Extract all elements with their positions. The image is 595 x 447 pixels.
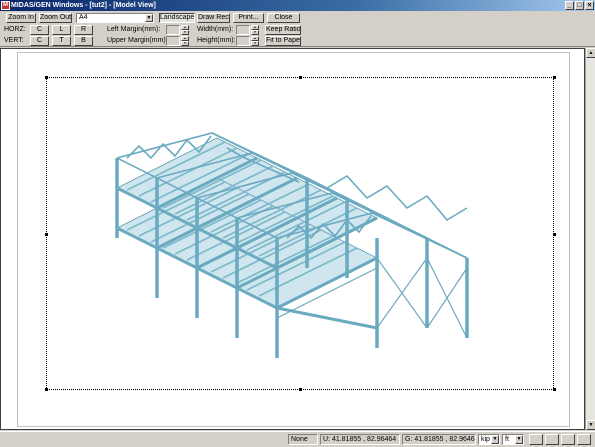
horz-right-button[interactable]: R <box>74 25 93 35</box>
paper-size-value: A4 <box>79 14 88 21</box>
fit-to-paper-button[interactable]: Fit to Paper <box>265 36 301 46</box>
close-button[interactable]: Close <box>267 13 300 23</box>
horz-left-button[interactable]: L <box>52 25 71 35</box>
preview-canvas <box>0 48 585 430</box>
left-margin-field[interactable] <box>166 25 180 35</box>
scroll-up-icon[interactable]: ▲ <box>586 48 595 58</box>
minimize-button[interactable]: _ <box>565 1 574 10</box>
horz-center-button[interactable]: C <box>30 25 49 35</box>
selection-status: None <box>288 434 318 445</box>
vertical-scrollbar[interactable]: ▲ ▼ <box>585 48 595 430</box>
upper-margin-label: Upper Margin(mm): <box>107 37 168 44</box>
zoom-in-button[interactable]: Zoom In <box>6 13 36 23</box>
steel-frame-model <box>115 132 469 358</box>
midas-icon[interactable]: M <box>1 1 10 10</box>
chevron-down-icon[interactable]: ▼ <box>491 435 499 444</box>
length-unit-select[interactable]: ft ▼ <box>502 434 524 445</box>
view-option-icon-3[interactable] <box>561 434 575 445</box>
draw-rect-button[interactable]: Draw Rect. <box>197 13 230 23</box>
resize-handle-tr[interactable] <box>553 76 556 79</box>
keep-ratio-button[interactable]: Keep Ratio <box>265 25 301 35</box>
force-unit-select[interactable]: kip ▼ <box>478 434 500 445</box>
restore-button[interactable]: □ <box>575 1 584 10</box>
view-option-icon-2[interactable] <box>545 434 559 445</box>
left-margin-spinner[interactable]: ▲ ▼ <box>181 25 189 35</box>
resize-handle-br[interactable] <box>553 388 556 391</box>
paper-size-select[interactable]: A4 ▼ <box>76 13 154 23</box>
left-margin-label: Left Margin(mm): <box>107 26 161 33</box>
vert-bottom-button[interactable]: B <box>74 36 93 46</box>
print-area-rectangle[interactable] <box>45 76 556 391</box>
chevron-down-icon[interactable]: ▼ <box>515 435 523 444</box>
zoom-out-button[interactable]: Zoom Out <box>39 13 72 23</box>
upper-margin-spinner[interactable]: ▲ ▼ <box>181 36 189 46</box>
status-bar: None U: 41.81855 , 82.96464 , 0 G: 41.81… <box>0 431 595 447</box>
height-spinner[interactable]: ▲ ▼ <box>251 36 259 46</box>
vert-center-button[interactable]: C <box>30 36 49 46</box>
vert-top-button[interactable]: T <box>52 36 71 46</box>
chevron-down-icon[interactable]: ▼ <box>145 14 153 22</box>
window-title: MIDAS/GEN Windows - [tut2] - [Model View… <box>11 2 156 9</box>
title-bar: M MIDAS/GEN Windows - [tut2] - [Model Vi… <box>0 0 595 11</box>
scroll-down-icon[interactable]: ▼ <box>586 420 595 430</box>
height-label: Height(mm): <box>197 37 236 44</box>
length-unit-value: ft <box>505 436 509 443</box>
close-window-button[interactable]: × <box>585 1 594 10</box>
width-label: Width(mm): <box>197 26 234 33</box>
print-button[interactable]: Print... <box>233 13 264 23</box>
view-option-icon-1[interactable] <box>529 434 543 445</box>
application-window: M MIDAS/GEN Windows - [tut2] - [Model Vi… <box>0 0 595 447</box>
print-preview-toolbar: Zoom In Zoom Out A4 ▼ Landscape Draw Rec… <box>0 11 595 47</box>
force-unit-value: kip <box>481 436 490 443</box>
ucs-coordinates: U: 41.81855 , 82.96464 , 0 <box>320 434 400 445</box>
view-option-icon-4[interactable] <box>577 434 591 445</box>
global-coordinates: G: 41.81855 , 82.96464 , 0 <box>402 434 476 445</box>
vert-label: VERT: <box>4 37 24 44</box>
horz-label: HORZ: <box>4 26 26 33</box>
landscape-button[interactable]: Landscape <box>159 13 195 23</box>
width-field[interactable] <box>236 25 250 35</box>
preview-viewport: ▲ ▼ <box>0 48 595 430</box>
width-spinner[interactable]: ▲ ▼ <box>251 25 259 35</box>
upper-margin-field[interactable] <box>166 36 180 46</box>
paper-page <box>17 52 570 427</box>
resize-handle-r[interactable] <box>553 233 556 236</box>
height-field[interactable] <box>236 36 250 46</box>
